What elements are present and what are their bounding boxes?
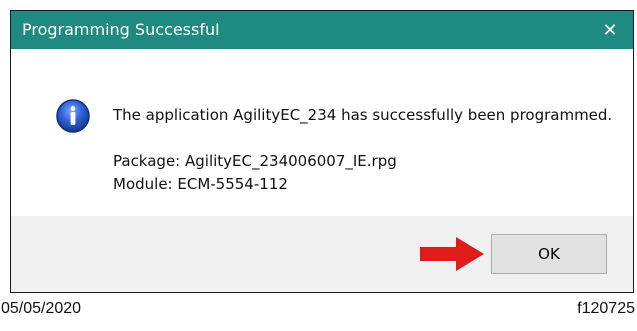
caption-figure-id: f120725 [577,300,635,317]
title-bar: Programming Successful ✕ [11,11,633,49]
close-icon: ✕ [602,19,618,40]
dialog-window: Programming Successful ✕ The application… [10,10,634,293]
message-text: The application AgilityEC_234 has succes… [113,106,613,124]
info-icon [55,98,91,134]
button-bar: OK [11,216,633,292]
ok-button[interactable]: OK [491,234,607,274]
close-button[interactable]: ✕ [587,11,633,49]
caption-date: 05/05/2020 [1,300,82,317]
red-arrow-icon [420,237,484,271]
dialog-content: The application AgilityEC_234 has succes… [11,49,633,216]
dialog-title: Programming Successful [22,20,220,39]
package-text: Package: AgilityEC_234006007_IE.rpg [113,152,397,170]
module-text: Module: ECM-5554-112 [113,175,288,193]
